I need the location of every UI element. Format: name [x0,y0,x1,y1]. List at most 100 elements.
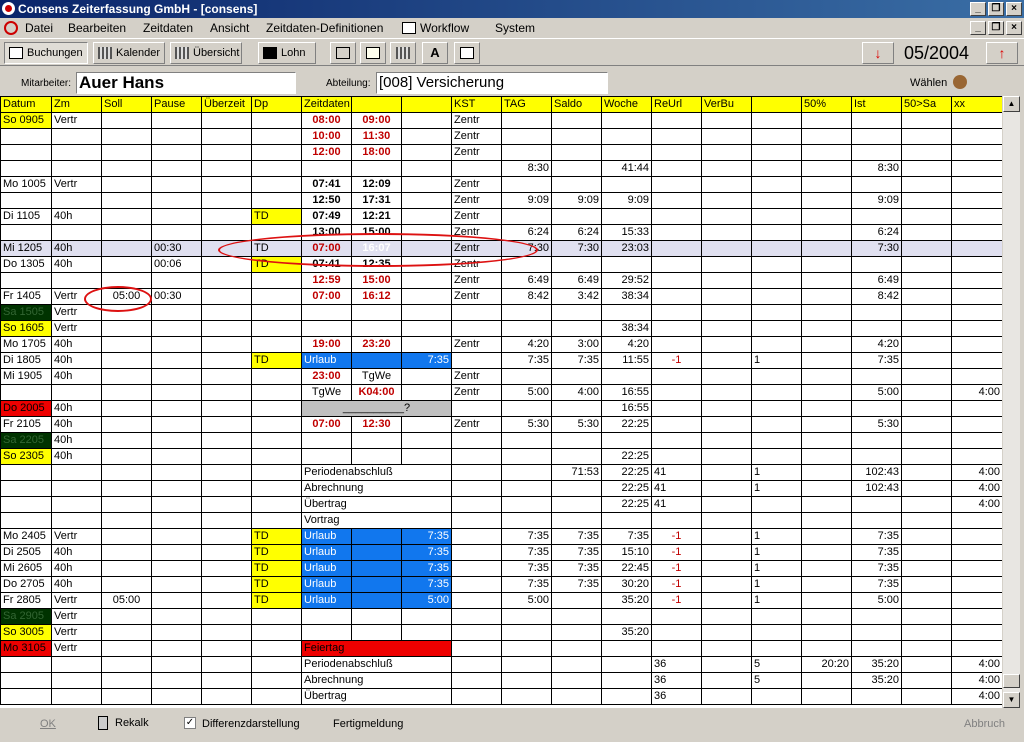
cell[interactable]: TD [251,592,302,609]
cell[interactable] [651,112,702,129]
choose-button[interactable]: Wählen [910,77,947,89]
table-row[interactable]: Abrechnung 22:25 41 1 102:43 4:00 [0,480,1002,497]
cell[interactable]: TD [251,208,302,225]
cell[interactable]: Urlaub [301,560,352,577]
cell[interactable] [801,112,852,129]
cell[interactable] [151,368,202,385]
cell[interactable] [901,480,952,497]
cell[interactable] [51,464,102,481]
cell[interactable] [251,448,302,465]
cell[interactable]: 40h [51,544,102,561]
cell[interactable]: 6:49 [551,272,602,289]
cell[interactable] [401,176,452,193]
cell[interactable] [651,256,702,273]
cell[interactable]: 7:35 [401,528,452,545]
cell[interactable] [251,160,302,177]
cell[interactable] [501,144,552,161]
cell[interactable] [901,352,952,369]
cell[interactable] [901,160,952,177]
cell[interactable]: 7:35 [551,528,602,545]
cell[interactable]: Urlaub [301,352,352,369]
cell[interactable]: 7:35 [851,560,902,577]
table-row[interactable]: Mo 1705 40h 19:00 23:20 Zentr 4:20 3:00 4:20 4:2… [0,336,1002,353]
cell[interactable] [551,112,602,129]
table-row[interactable]: Mo 2405 Vertr TD Urlaub 7:35 7:35 7:35 7:35 -1 1 7… [0,528,1002,545]
cell[interactable] [601,144,652,161]
cell[interactable]: 40h [51,352,102,369]
cell[interactable]: Vertr [51,528,102,545]
cell[interactable]: 09:00 [351,112,402,129]
cell[interactable]: 6:24 [501,224,552,241]
cell[interactable] [201,528,252,545]
cell[interactable]: 38:34 [601,320,652,337]
cell[interactable] [501,208,552,225]
cell[interactable]: Zentr [451,128,502,145]
cell[interactable] [151,560,202,577]
cell[interactable] [101,512,152,529]
cell[interactable] [351,544,402,561]
menu-workflow[interactable]: Workflow [420,18,469,38]
cell[interactable]: TgWe [301,384,352,401]
table-row[interactable]: Di 1105 40h TD 07:49 12:21 Zentr [0,208,1002,225]
cell[interactable] [601,512,652,529]
table-row[interactable]: 13:00 15:00 Zentr 6:24 6:24 15:33 6:24 [0,224,1002,241]
table-row[interactable]: Periodenabschluß 71:53 22:25 41 1 102:43 4:00 [0,464,1002,481]
cell[interactable] [251,624,302,641]
cell[interactable] [551,688,602,705]
cell[interactable] [251,320,302,337]
cell[interactable] [751,496,802,513]
cell[interactable] [201,400,252,417]
cell[interactable]: -1 [651,592,702,609]
cell[interactable] [901,464,952,481]
cell[interactable] [801,256,852,273]
uebersicht-button[interactable]: Übersicht [170,42,242,64]
cell[interactable] [851,496,902,513]
column-header[interactable]: Dp [251,96,302,113]
table-row[interactable]: Sa 2205 40h [0,432,1002,449]
table-row[interactable]: Mo 1005 Vertr 07:41 12:09 Zentr [0,176,1002,193]
cell[interactable] [101,688,152,705]
cell[interactable] [451,544,502,561]
cell[interactable] [951,592,1002,609]
cell[interactable] [901,640,952,657]
cell[interactable] [201,480,252,497]
cell[interactable] [851,144,902,161]
cell[interactable]: 07:41 [301,176,352,193]
cell[interactable] [951,608,1002,625]
cell[interactable]: 1 [751,544,802,561]
cell[interactable] [301,160,352,177]
cell[interactable] [201,368,252,385]
cell[interactable] [801,240,852,257]
cell[interactable] [901,272,952,289]
cell[interactable]: Sa 2905 [0,608,52,625]
cell[interactable]: TgWe [351,368,402,385]
cell[interactable] [551,400,602,417]
cell[interactable] [501,512,552,529]
cell[interactable] [401,112,452,129]
column-header[interactable]: 50% [801,96,852,113]
cell[interactable] [801,432,852,449]
cell[interactable] [0,496,52,513]
cell[interactable] [251,128,302,145]
cell[interactable] [201,656,252,673]
cell[interactable]: -1 [651,528,702,545]
cell[interactable]: 71:53 [551,464,602,481]
cell[interactable] [151,624,202,641]
cell[interactable] [801,624,852,641]
cell[interactable]: Periodenabschluß [301,656,452,673]
cell[interactable] [601,112,652,129]
cell[interactable] [951,352,1002,369]
cell[interactable] [201,640,252,657]
cell[interactable] [151,528,202,545]
cell[interactable]: Di 1105 [0,208,52,225]
table-row[interactable]: Abrechnung 36 5 35:20 4:00 [0,672,1002,689]
diff-checkbox[interactable]: ✓ [184,717,196,729]
cell[interactable] [751,160,802,177]
cell[interactable] [951,224,1002,241]
cell[interactable] [201,192,252,209]
cell[interactable] [951,528,1002,545]
cell[interactable] [0,384,52,401]
cell[interactable] [851,640,902,657]
cell[interactable] [851,608,902,625]
cell[interactable] [551,656,602,673]
